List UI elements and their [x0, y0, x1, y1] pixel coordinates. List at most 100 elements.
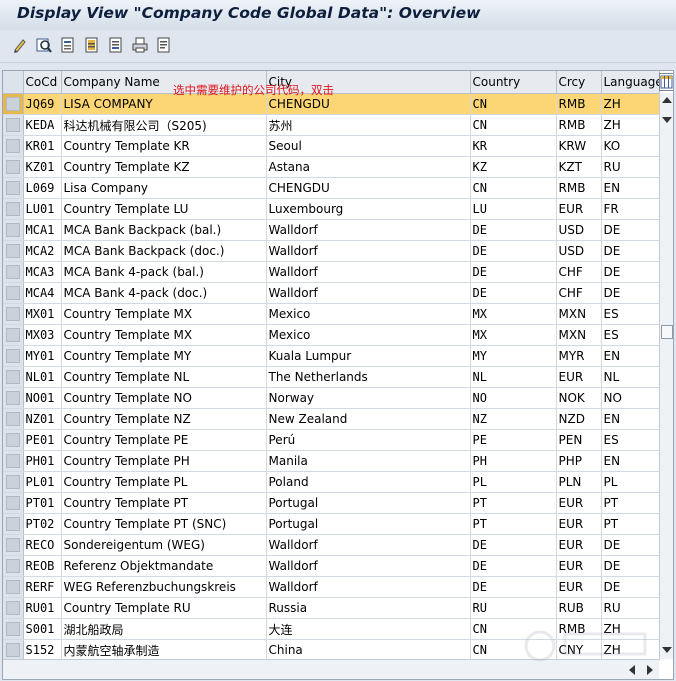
cell-city[interactable]: 苏州: [266, 114, 471, 136]
column-header-currency[interactable]: Crcy: [556, 71, 602, 94]
cell-cocd[interactable]: NL01: [23, 366, 62, 388]
cell-cocd[interactable]: REOB: [23, 555, 62, 577]
cell-language[interactable]: ES: [601, 429, 660, 451]
row-selector[interactable]: [3, 177, 24, 199]
cell-country[interactable]: DE: [470, 534, 557, 556]
cell-company-name[interactable]: Referenz Objektmandate: [61, 555, 267, 577]
cell-company-name[interactable]: Sondereigentum (WEG): [61, 534, 267, 556]
cell-cocd[interactable]: MCA1: [23, 219, 62, 241]
cell-country[interactable]: MX: [470, 324, 557, 346]
row-selector[interactable]: [3, 387, 24, 409]
cell-company-name[interactable]: Country Template PT (SNC): [61, 513, 267, 535]
cell-cocd[interactable]: RERF: [23, 576, 62, 598]
cell-language[interactable]: PT: [601, 492, 660, 514]
cell-city[interactable]: CHENGDU: [266, 177, 471, 199]
row-selector[interactable]: [3, 534, 24, 556]
scroll-up-icon[interactable]: [662, 97, 672, 103]
cell-country[interactable]: KR: [470, 135, 557, 157]
scroll-left-icon[interactable]: [629, 665, 635, 675]
cell-city[interactable]: Walldorf: [266, 534, 471, 556]
cell-company-name[interactable]: MCA Bank 4-pack (doc.): [61, 282, 267, 304]
cell-city[interactable]: Walldorf: [266, 240, 471, 262]
cell-city[interactable]: Kuala Lumpur: [266, 345, 471, 367]
cell-company-name[interactable]: Country Template NL: [61, 366, 267, 388]
cell-city[interactable]: Mexico: [266, 303, 471, 325]
cell-cocd[interactable]: KR01: [23, 135, 62, 157]
column-header-city[interactable]: City: [266, 71, 471, 94]
cell-country[interactable]: DE: [470, 576, 557, 598]
cell-country[interactable]: PL: [470, 471, 557, 493]
row-selector[interactable]: [3, 471, 24, 493]
cell-city[interactable]: The Netherlands: [266, 366, 471, 388]
cell-cocd[interactable]: L069: [23, 177, 62, 199]
cell-cocd[interactable]: S152: [23, 639, 62, 661]
cell-currency[interactable]: MYR: [556, 345, 602, 367]
row-selector[interactable]: [3, 492, 24, 514]
cell-currency[interactable]: USD: [556, 219, 602, 241]
cell-city[interactable]: New Zealand: [266, 408, 471, 430]
row-selector[interactable]: [3, 576, 24, 598]
row-selector[interactable]: [3, 639, 24, 661]
cell-country[interactable]: CN: [470, 114, 557, 136]
cell-country[interactable]: PT: [470, 492, 557, 514]
cell-city[interactable]: Walldorf: [266, 282, 471, 304]
cell-cocd[interactable]: MCA2: [23, 240, 62, 262]
cell-city[interactable]: Luxembourg: [266, 198, 471, 220]
row-selector[interactable]: [3, 450, 24, 472]
cell-currency[interactable]: NOK: [556, 387, 602, 409]
table-row[interactable]: LU01 Country Template LU Luxembourg LU EUR FR: [3, 198, 660, 220]
cell-language[interactable]: RU: [601, 156, 660, 178]
table-row[interactable]: MCA1 MCA Bank Backpack (bal.) Walldorf DE US…: [3, 219, 660, 241]
cell-cocd[interactable]: RU01: [23, 597, 62, 619]
table-settings-button[interactable]: [659, 73, 673, 91]
cell-language[interactable]: NO: [601, 387, 660, 409]
cell-language[interactable]: FR: [601, 198, 660, 220]
cell-language[interactable]: DE: [601, 261, 660, 283]
table-row[interactable]: MCA4 MCA Bank 4-pack (doc.) Walldorf DE CHF D…: [3, 282, 660, 304]
cell-language[interactable]: ZH: [601, 114, 660, 136]
cell-currency[interactable]: PHP: [556, 450, 602, 472]
cell-company-name[interactable]: Country Template LU: [61, 198, 267, 220]
cell-country[interactable]: MX: [470, 303, 557, 325]
cell-company-name[interactable]: MCA Bank 4-pack (bal.): [61, 261, 267, 283]
cell-language[interactable]: EN: [601, 345, 660, 367]
cell-country[interactable]: NZ: [470, 408, 557, 430]
cell-city[interactable]: Walldorf: [266, 219, 471, 241]
column-header-cocd[interactable]: CoCd: [23, 71, 62, 94]
cell-cocd[interactable]: NO01: [23, 387, 62, 409]
cell-city[interactable]: China: [266, 639, 471, 661]
cell-language[interactable]: EN: [601, 177, 660, 199]
vertical-scrollbar[interactable]: [659, 93, 673, 659]
cell-country[interactable]: PT: [470, 513, 557, 535]
cell-currency[interactable]: EUR: [556, 198, 602, 220]
cell-cocd[interactable]: PT02: [23, 513, 62, 535]
cell-language[interactable]: PL: [601, 471, 660, 493]
cell-company-name[interactable]: MCA Bank Backpack (doc.): [61, 240, 267, 262]
table-row[interactable]: NL01 Country Template NL The Netherlands NL…: [3, 366, 660, 388]
row-selector[interactable]: [3, 93, 24, 115]
cell-company-name[interactable]: Country Template MX: [61, 303, 267, 325]
cell-cocd[interactable]: PE01: [23, 429, 62, 451]
column-header-language[interactable]: Language: [601, 71, 660, 94]
cell-city[interactable]: Manila: [266, 450, 471, 472]
cell-currency[interactable]: USD: [556, 240, 602, 262]
cell-country[interactable]: KZ: [470, 156, 557, 178]
cell-city[interactable]: Poland: [266, 471, 471, 493]
table-row[interactable]: MX03 Country Template MX Mexico MX MXN ES: [3, 324, 660, 346]
row-selector[interactable]: [3, 114, 24, 136]
table-row[interactable]: PT02 Country Template PT (SNC) Portugal PT E…: [3, 513, 660, 535]
scroll-page-down-icon[interactable]: [662, 647, 672, 653]
cell-country[interactable]: PH: [470, 450, 557, 472]
cell-currency[interactable]: KZT: [556, 156, 602, 178]
column-header-company-name[interactable]: Company Name: [61, 71, 267, 94]
cell-country[interactable]: LU: [470, 198, 557, 220]
cell-city[interactable]: Norway: [266, 387, 471, 409]
cell-city[interactable]: Walldorf: [266, 261, 471, 283]
cell-language[interactable]: PT: [601, 513, 660, 535]
table-row[interactable]: L069 Lisa Company CHENGDU CN RMB EN: [3, 177, 660, 199]
cell-company-name[interactable]: Country Template MY: [61, 345, 267, 367]
cell-city[interactable]: Perú: [266, 429, 471, 451]
cell-company-name[interactable]: Country Template PH: [61, 450, 267, 472]
cell-currency[interactable]: EUR: [556, 492, 602, 514]
cell-country[interactable]: PE: [470, 429, 557, 451]
